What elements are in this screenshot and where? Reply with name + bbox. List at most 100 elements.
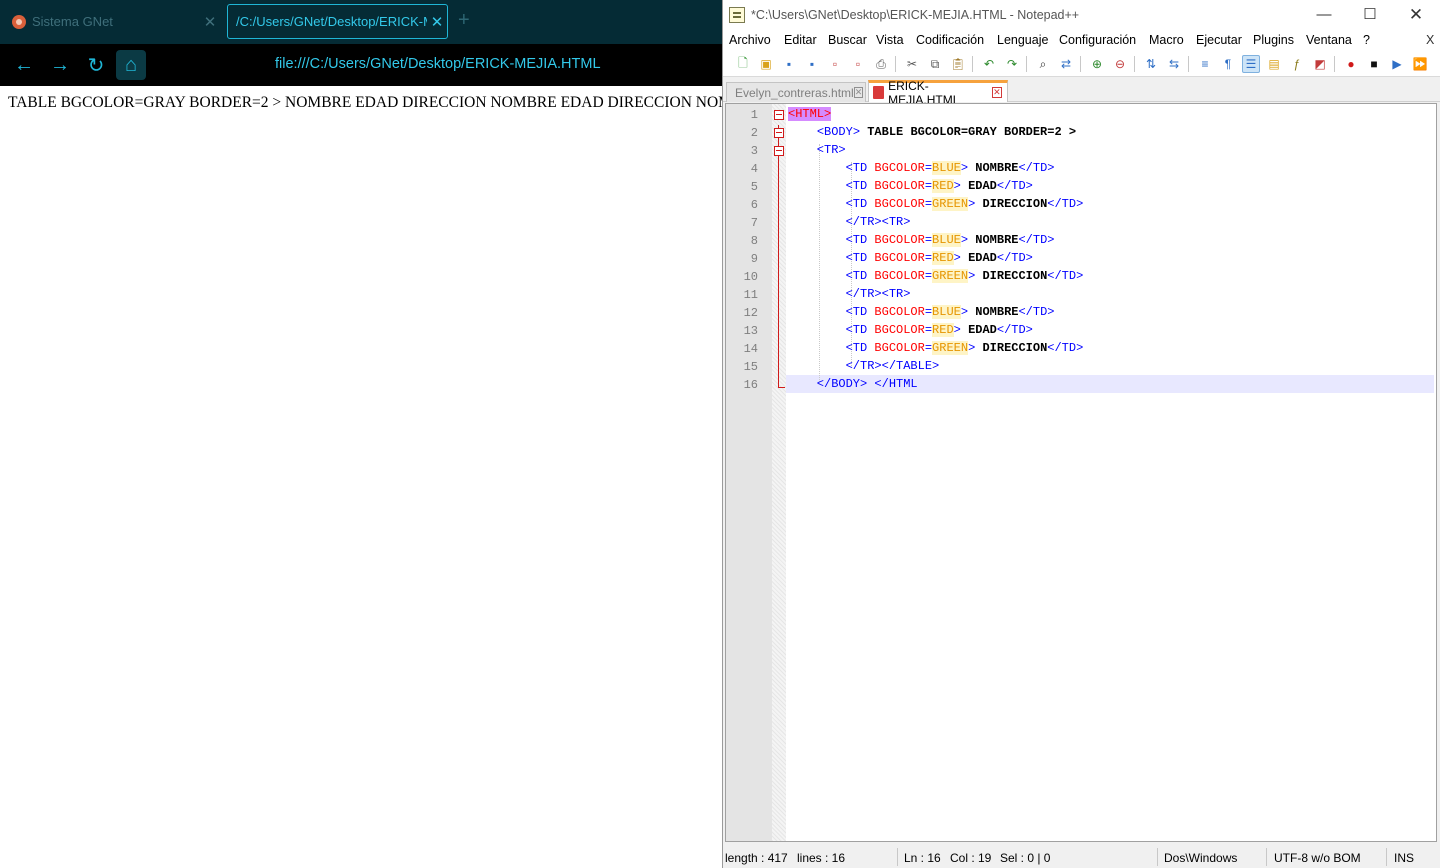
file-tab-erick-mejia[interactable]: ERICK-MEJIA.HTML ✕ xyxy=(868,79,1008,107)
print-icon[interactable]: ⎙ xyxy=(872,55,890,73)
menu-ventana[interactable]: Ventana xyxy=(1306,33,1352,47)
code-line: <TD BGCOLOR=BLUE> NOMBRE</TD> xyxy=(788,233,1055,247)
browser-tab-erick-mejia[interactable]: /C:/Users/GNet/Desktop/ERICK-MEJ ✕ xyxy=(227,4,448,39)
forward-arrow-icon[interactable]: → xyxy=(45,50,75,80)
rendered-page-text: TABLE BGCOLOR=GRAY BORDER=2 > NOMBRE EDA… xyxy=(8,94,722,111)
status-insert-mode[interactable]: INS xyxy=(1394,851,1414,865)
maximize-button[interactable]: ☐ xyxy=(1347,3,1393,27)
menu-macro[interactable]: Macro xyxy=(1149,33,1184,47)
record-macro-icon[interactable]: ● xyxy=(1342,55,1360,73)
status-eol-format[interactable]: Dos\Windows xyxy=(1164,851,1237,865)
code-line: </TR><TR> xyxy=(788,215,911,229)
minimize-button[interactable]: — xyxy=(1301,3,1347,27)
code-line: <TD BGCOLOR=GREEN> DIRECCION</TD> xyxy=(788,269,1084,283)
status-selection: Sel : 0 | 0 xyxy=(1000,851,1051,865)
code-area[interactable]: <HTML> <BODY> TABLE BGCOLOR=GRAY BORDER=… xyxy=(786,104,1436,841)
home-icon[interactable]: ⌂ xyxy=(116,50,146,80)
new-file-icon[interactable]: 🗋 xyxy=(734,55,752,73)
run-macro-multiple-icon[interactable]: ⏩ xyxy=(1411,55,1429,73)
undo-icon[interactable]: ↶ xyxy=(980,55,998,73)
line-number: 10 xyxy=(743,270,758,284)
find-icon[interactable]: ⌕ xyxy=(1034,55,1052,73)
code-line: <TR> xyxy=(788,143,846,157)
close-tab-icon[interactable]: ✕ xyxy=(200,13,220,31)
code-line: <TD BGCOLOR=GREEN> DIRECCION</TD> xyxy=(788,341,1084,355)
line-number: 3 xyxy=(750,144,758,158)
toolbar-separator xyxy=(972,56,973,72)
address-bar[interactable]: file:///C:/Users/GNet/Desktop/ERICK-MEJI… xyxy=(275,56,601,72)
new-tab-icon[interactable]: + xyxy=(458,9,470,32)
folder-workspace-icon[interactable]: ◩ xyxy=(1311,55,1329,73)
fold-collapse-icon[interactable] xyxy=(774,110,784,120)
menu-codificacion[interactable]: Codificación xyxy=(916,33,984,47)
show-all-chars-icon[interactable]: ¶ xyxy=(1219,55,1237,73)
function-list-icon[interactable]: ƒ xyxy=(1288,55,1306,73)
menu-buscar[interactable]: Buscar xyxy=(828,33,867,47)
line-number: 8 xyxy=(750,234,758,248)
back-arrow-icon[interactable]: ← xyxy=(9,50,39,80)
menu-help[interactable]: ? xyxy=(1363,33,1370,47)
menu-ejecutar[interactable]: Ejecutar xyxy=(1196,33,1242,47)
menu-bar: Archivo Editar Buscar Vista Codificación… xyxy=(723,31,1440,51)
code-line: </TR><TR> xyxy=(788,287,911,301)
replace-icon[interactable]: ⇄ xyxy=(1057,55,1075,73)
redo-icon[interactable]: ↷ xyxy=(1003,55,1021,73)
stop-record-icon[interactable]: ■ xyxy=(1365,55,1383,73)
menu-configuracion[interactable]: Configuración xyxy=(1059,33,1136,47)
close-document-icon[interactable]: X xyxy=(1426,33,1434,47)
sync-h-icon[interactable]: ⇆ xyxy=(1165,55,1183,73)
code-line: <TD BGCOLOR=RED> EDAD</TD> xyxy=(788,251,1033,265)
line-number: 4 xyxy=(750,162,758,176)
cut-icon[interactable]: ✂ xyxy=(903,55,921,73)
close-icon[interactable]: ▫ xyxy=(826,55,844,73)
window-title-bar: *C:\Users\GNet\Desktop\ERICK-MEJIA.HTML … xyxy=(723,0,1440,31)
fold-collapse-icon[interactable] xyxy=(774,146,784,156)
browser-window: Sistema GNet ✕ /C:/Users/GNet/Desktop/ER… xyxy=(0,0,722,868)
copy-icon[interactable]: ⧉ xyxy=(926,55,944,73)
line-number: 6 xyxy=(750,198,758,212)
status-separator xyxy=(1386,848,1387,866)
tab-title: Sistema GNet xyxy=(32,14,113,29)
reload-icon[interactable]: ↻ xyxy=(81,50,111,80)
toolbar-separator xyxy=(1334,56,1335,72)
status-line-number: Ln : 16 xyxy=(904,851,941,865)
toolbar: 🗋 ▣ ▪ ▪ ▫ ▫ ⎙ ✂ ⧉ 📋︎ ↶ ↷ ⌕ ⇄ ⊕ ⊖ ⇅ ⇆ ≡ ¶… xyxy=(723,51,1440,77)
close-all-icon[interactable]: ▫ xyxy=(849,55,867,73)
file-tab-label: Evelyn_contreras.html xyxy=(735,85,854,100)
browser-tab-sistema-gnet[interactable]: Sistema GNet ✕ xyxy=(6,4,220,39)
word-wrap-icon[interactable]: ≡ xyxy=(1196,55,1214,73)
menu-archivo[interactable]: Archivo xyxy=(729,33,771,47)
menu-editar[interactable]: Editar xyxy=(784,33,817,47)
paste-icon[interactable]: 📋︎ xyxy=(949,55,967,73)
close-tab-icon[interactable]: ✕ xyxy=(853,87,864,98)
menu-plugins[interactable]: Plugins xyxy=(1253,33,1294,47)
zoom-out-icon[interactable]: ⊖ xyxy=(1111,55,1129,73)
menu-vista[interactable]: Vista xyxy=(876,33,904,47)
file-tab-evelyn-contreras[interactable]: Evelyn_contreras.html ✕ xyxy=(726,82,866,102)
line-number: 9 xyxy=(750,252,758,266)
document-tab-strip: Evelyn_contreras.html ✕ ERICK-MEJIA.HTML… xyxy=(723,78,1440,107)
code-line: </TR></TABLE> xyxy=(788,359,940,373)
close-window-button[interactable]: ✕ xyxy=(1393,3,1439,27)
status-encoding[interactable]: UTF-8 w/o BOM xyxy=(1274,851,1361,865)
unsaved-file-icon xyxy=(873,86,885,99)
line-number: 7 xyxy=(750,216,758,230)
play-macro-icon[interactable]: ▶ xyxy=(1388,55,1406,73)
zoom-in-icon[interactable]: ⊕ xyxy=(1088,55,1106,73)
code-editor[interactable]: 1 2 3 4 5 6 7 8 9 10 11 12 13 14 15 16 <… xyxy=(725,103,1437,842)
sync-v-icon[interactable]: ⇅ xyxy=(1142,55,1160,73)
toolbar-separator xyxy=(895,56,896,72)
menu-lenguaje[interactable]: Lenguaje xyxy=(997,33,1048,47)
status-separator xyxy=(897,848,898,866)
close-tab-icon[interactable]: ✕ xyxy=(991,87,1002,98)
save-icon[interactable]: ▪ xyxy=(780,55,798,73)
status-length: length : 417 xyxy=(725,851,788,865)
indent-guide-icon[interactable]: ☰ xyxy=(1242,55,1260,73)
doc-map-icon[interactable]: ▤ xyxy=(1265,55,1283,73)
open-file-icon[interactable]: ▣ xyxy=(757,55,775,73)
line-number: 15 xyxy=(743,360,758,374)
line-number: 2 xyxy=(750,126,758,140)
save-all-icon[interactable]: ▪ xyxy=(803,55,821,73)
close-tab-icon[interactable]: ✕ xyxy=(427,13,447,31)
fold-collapse-icon[interactable] xyxy=(774,128,784,138)
